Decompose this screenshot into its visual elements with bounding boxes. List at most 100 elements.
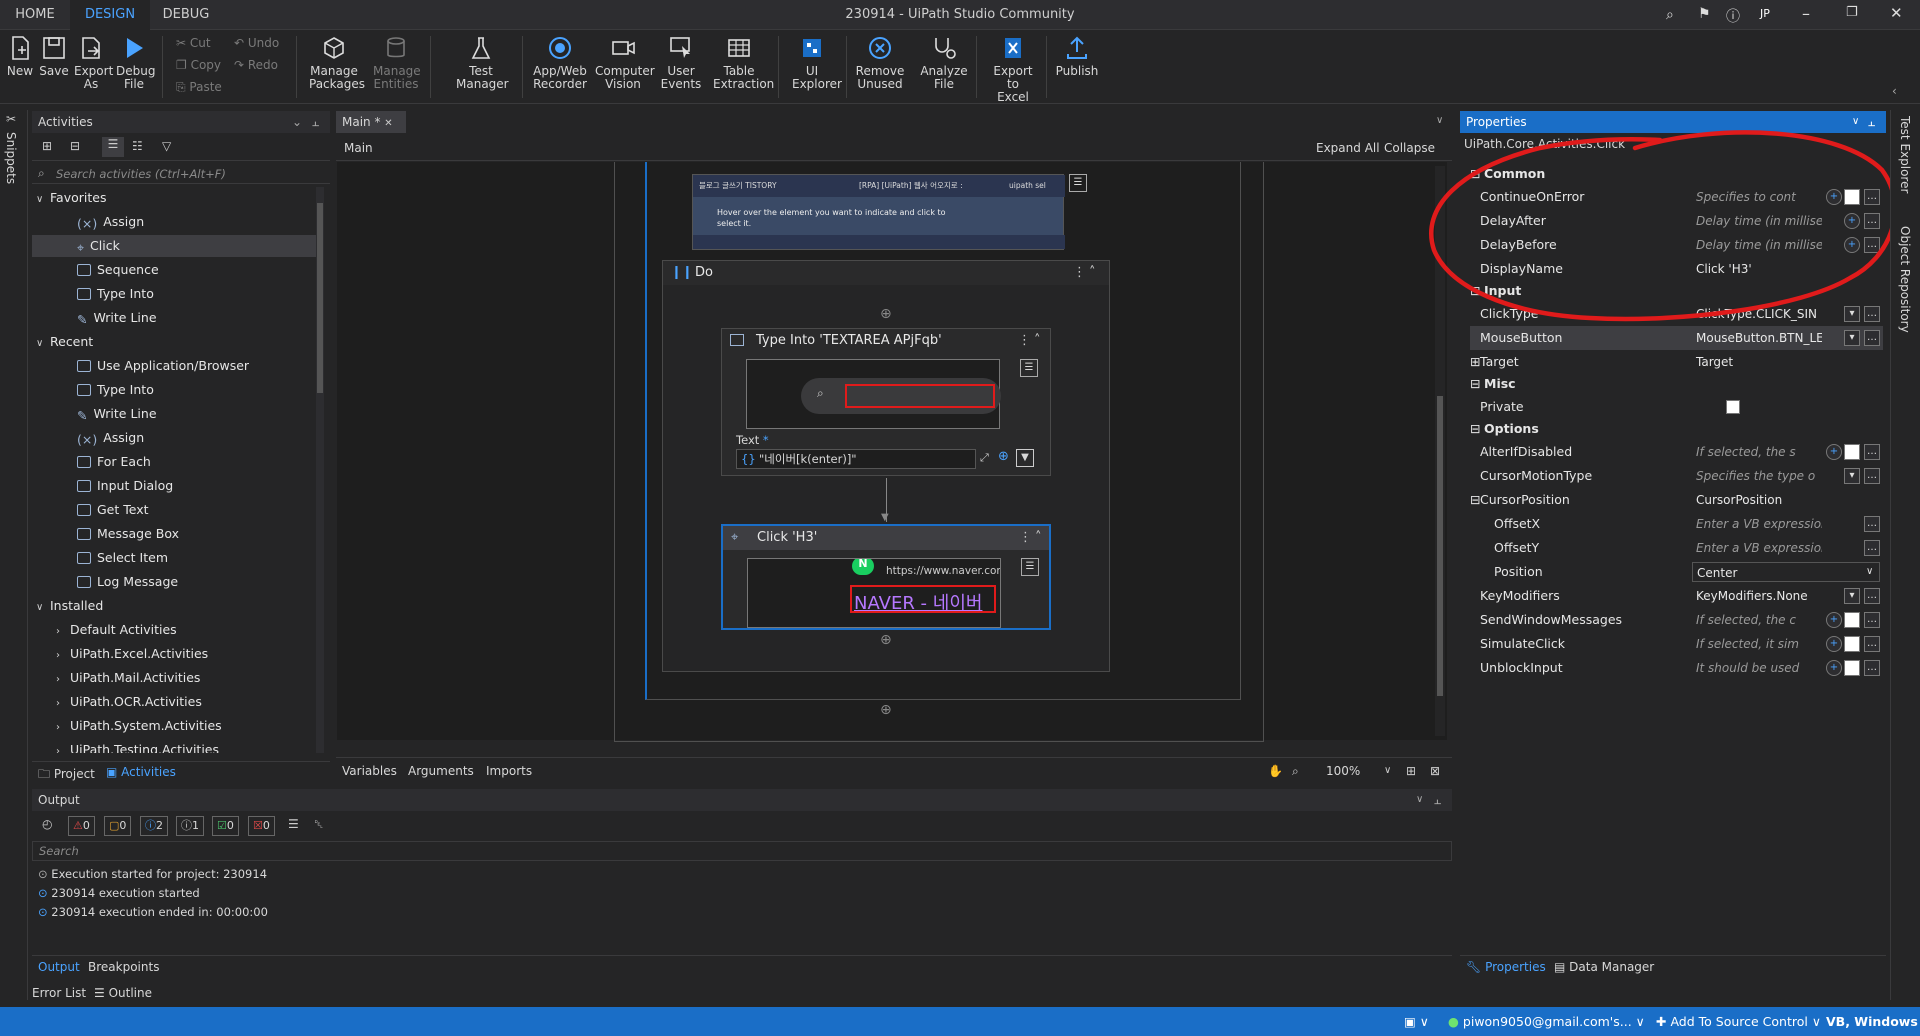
export-as-button[interactable]: Export As	[72, 34, 113, 91]
analyze-file-button[interactable]: Analyze File	[918, 34, 970, 91]
click-activity[interactable]: ⌖ Click 'H3' ⋮ ˄ N https://www.naver.com…	[721, 524, 1051, 630]
activities-search-input[interactable]: Search activities (Ctrl+Alt+F)	[56, 167, 226, 181]
list-item[interactable]: Sequence	[77, 259, 159, 281]
list-item[interactable]: (×) Assign	[77, 427, 144, 449]
list-item[interactable]: ✎ Write Line	[77, 307, 157, 329]
prop-offset-x[interactable]: OffsetX Enter a VB expression…	[1470, 512, 1883, 536]
chevron-down-icon[interactable]: ⌄	[292, 111, 302, 133]
search-icon[interactable]: ⌕	[1666, 7, 1674, 23]
list-item[interactable]: Input Dialog	[77, 475, 173, 497]
list-item[interactable]: (×) Assign	[77, 211, 144, 233]
chevron-down-icon[interactable]: ∨	[1416, 789, 1423, 811]
list-item[interactable]: › Default Activities	[56, 619, 177, 641]
tab-test-explorer[interactable]: Test Explorer	[1898, 116, 1912, 193]
source-control-button[interactable]: ✚ Add To Source Control ∨	[1656, 1007, 1821, 1036]
filter-icon[interactable]: ▽	[162, 139, 171, 153]
list-item[interactable]: › UiPath.Testing.Activities	[56, 739, 219, 753]
trash-icon[interactable]: ␡	[314, 817, 324, 832]
new-button[interactable]: New	[4, 34, 36, 78]
checkbox[interactable]	[1844, 612, 1860, 628]
close-icon[interactable]: ✕	[1890, 4, 1903, 22]
prop-target[interactable]: ⊞ Target Target	[1470, 350, 1883, 374]
breadcrumb-main[interactable]: Main	[344, 135, 373, 161]
success-filter[interactable]: ☑0	[212, 816, 239, 836]
pin-icon[interactable]: ⫠	[312, 111, 319, 133]
installed-group[interactable]: ∨ Installed	[36, 595, 103, 617]
menu-icon[interactable]: ☰	[1069, 174, 1087, 192]
manage-packages-button[interactable]: Manage Packages	[304, 34, 365, 91]
tab-project[interactable]: 🗀 Project	[38, 765, 95, 786]
info-filter[interactable]: ⓘ2	[140, 816, 168, 836]
output-search-input[interactable]: Search	[32, 841, 1452, 861]
category-misc[interactable]: ⊟ Misc	[1470, 374, 1883, 394]
errors-filter[interactable]: ⚠0	[68, 816, 95, 836]
list-item[interactable]: For Each	[77, 451, 151, 473]
list-item[interactable]: ✎ Write Line	[77, 403, 157, 425]
list-item[interactable]: Select Item	[77, 547, 168, 569]
type-into-activity[interactable]: Type Into 'TEXTAREA APjFqb' ⋮ ˄ ⌕ ☰ Text…	[721, 328, 1051, 476]
app-web-recorder-button[interactable]: App/Web Recorder	[528, 34, 592, 91]
tab-variables[interactable]: Variables	[342, 758, 397, 784]
minimize-icon[interactable]: –	[1802, 4, 1810, 23]
list-item[interactable]: › UiPath.System.Activities	[56, 715, 222, 737]
expand-all-icon[interactable]: ⊞	[42, 139, 52, 153]
remove-unused-button[interactable]: Remove Unused	[852, 34, 908, 91]
list-item[interactable]: Type Into	[77, 379, 154, 401]
publish-button[interactable]: Publish	[1052, 34, 1102, 78]
zoom-level[interactable]: 100%	[1326, 758, 1360, 784]
restore-icon[interactable]: ❐	[1846, 5, 1858, 20]
expand-editor-icon[interactable]: ⤢	[980, 451, 989, 465]
workflow-canvas[interactable]: 블로그 글쓰기 TISTORY [RPA] [UiPath] 웹사 어오지로 :…	[337, 162, 1447, 742]
tab-arguments[interactable]: Arguments	[408, 758, 474, 784]
checkbox[interactable]	[1844, 636, 1860, 652]
prop-send-window-messages[interactable]: SendWindowMessages If selected, the c +…	[1470, 608, 1883, 632]
prop-cursor-position[interactable]: ⊟ CursorPosition CursorPosition	[1470, 488, 1883, 512]
tab-data-manager[interactable]: ▤ Data Manager	[1554, 956, 1654, 978]
collapse-icon[interactable]: ˄	[1035, 526, 1042, 550]
category-options[interactable]: ⊟ Options	[1470, 419, 1883, 439]
pin-icon[interactable]: ⫠	[1434, 789, 1441, 811]
settings-icon[interactable]: ▣ ∨	[1404, 1007, 1429, 1036]
copy-button[interactable]: ❐ Copy	[176, 58, 221, 72]
prop-key-modifiers[interactable]: KeyModifiers KeyModifiers.None ▾…	[1470, 584, 1883, 608]
feedback-icon[interactable]: ⚑	[1698, 6, 1711, 22]
list-view-icon[interactable]: ☷	[132, 139, 143, 153]
list-item[interactable]: Type Into	[77, 283, 154, 305]
menu-icon[interactable]: ☰	[1021, 558, 1039, 576]
activities-search[interactable]: ⌕ Search activities (Ctrl+Alt+F)	[32, 164, 330, 184]
tab-output[interactable]: Output	[38, 956, 80, 978]
checkbox[interactable]	[1844, 444, 1860, 460]
add-icon[interactable]: ⊕	[998, 449, 1009, 464]
tab-object-repository[interactable]: Object Repository	[1898, 226, 1912, 333]
overview-icon[interactable]: ⊠	[1430, 758, 1440, 784]
scrollbar[interactable]	[316, 187, 324, 753]
trace-filter[interactable]: ⓘ1	[176, 816, 204, 836]
collapse-all-icon[interactable]: ⊟	[70, 139, 80, 153]
list-item[interactable]: ⌖ Click	[32, 235, 322, 257]
list-item[interactable]: Use Application/Browser	[77, 355, 249, 377]
scrollbar-thumb[interactable]	[317, 203, 323, 393]
collapse-icon[interactable]: ˄	[1089, 261, 1096, 285]
help-icon[interactable]: ⓘ	[1726, 6, 1740, 26]
dropdown-icon[interactable]: ▼	[1016, 449, 1034, 467]
tab-breakpoints[interactable]: Breakpoints	[88, 956, 159, 978]
prop-cursor-motion-type[interactable]: CursorMotionType Specifies the type o ▾…	[1470, 464, 1883, 488]
tab-debug[interactable]: DEBUG	[150, 0, 222, 30]
fit-screen-icon[interactable]: ⊞	[1406, 758, 1416, 784]
save-button[interactable]: Save	[38, 34, 70, 78]
prop-alter-if-disabled[interactable]: AlterIfDisabled If selected, the s +…	[1470, 440, 1883, 464]
account-status[interactable]: ● piwon9050@gmail.com's... ∨	[1448, 1007, 1645, 1036]
list-item[interactable]: Log Message	[77, 571, 178, 593]
user-events-button[interactable]: User Events	[656, 34, 706, 91]
computer-vision-button[interactable]: Computer Vision	[594, 34, 655, 91]
language-indicator[interactable]: VB, Windows	[1826, 1007, 1918, 1036]
hand-icon[interactable]: ✋	[1268, 758, 1283, 784]
list-options-icon[interactable]: ☰	[288, 817, 299, 831]
paste-button[interactable]: ⎘ Paste	[176, 80, 222, 95]
tab-design[interactable]: DESIGN	[70, 0, 150, 30]
snippets-tab[interactable]: Snippets	[4, 132, 18, 184]
show-favorites-icon[interactable]: ☰	[102, 137, 124, 157]
add-activity-icon[interactable]: ⊕	[880, 306, 892, 322]
prop-position[interactable]: Position Center ∨	[1470, 560, 1883, 584]
warnings-filter[interactable]: ▢0	[104, 816, 132, 836]
